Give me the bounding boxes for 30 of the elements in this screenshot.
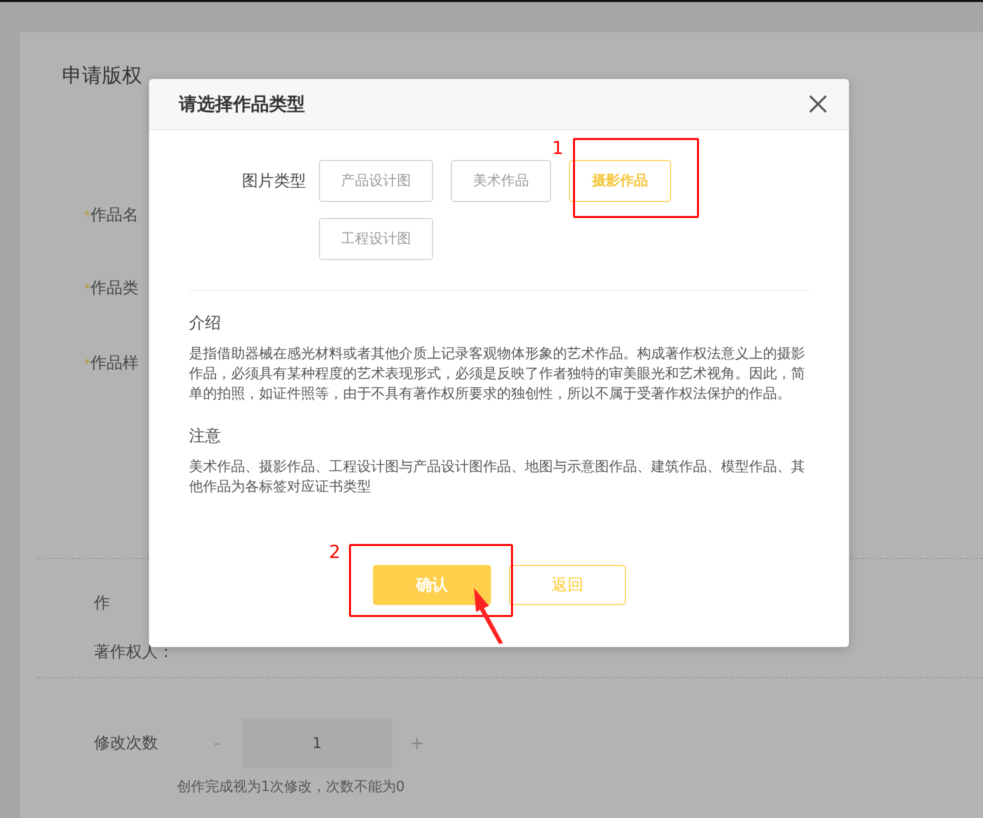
section-text: 是指借助器械在感光材料或者其他介质上记录客观物体形象的艺术作品。构成著作权法意义上的摄影作品，必须具有某种程度的艺术表现形式，必须是反映了作者独特的审美眼光和艺术视角。因此，简单的拍照，如证件照等，由于不具有著作权所要求的独创性，所以不属于受著作权法保护的作品。 <box>189 345 806 404</box>
page-title: 申请版权 <box>62 62 143 89</box>
section-heading: 介绍 <box>189 313 222 334</box>
increment-button[interactable]: + <box>392 732 442 754</box>
step-number: 1 <box>552 138 564 159</box>
type-label: 图片类型 <box>241 170 307 192</box>
author-label: 作 <box>94 593 110 614</box>
field-label: 作品样 <box>90 353 138 374</box>
close-icon[interactable] <box>809 95 827 113</box>
back-button[interactable]: 返回 <box>509 565 626 605</box>
type-option[interactable]: 工程设计图 <box>319 218 433 260</box>
required-mark: * <box>84 209 90 224</box>
confirm-button[interactable]: 确认 <box>373 565 491 605</box>
type-option[interactable]: 美术作品 <box>451 160 551 202</box>
field-label: 作品类 <box>90 278 138 299</box>
field-label: 作品名 <box>90 205 138 226</box>
required-mark: * <box>84 357 90 372</box>
owner-label: 著作权人： <box>94 642 174 663</box>
section-heading: 注意 <box>189 426 222 447</box>
arrow-icon <box>472 586 506 644</box>
decrement-button[interactable]: - <box>192 732 242 754</box>
section-text: 美术作品、摄影作品、工程设计图与产品设计图作品、地图与示意图作品、建筑作品、模型作品、其他作品为各标签对应证书类型 <box>189 458 806 497</box>
type-option[interactable]: 摄影作品 <box>569 160 671 202</box>
step-number: 2 <box>329 542 340 563</box>
required-mark: * <box>84 282 90 297</box>
revisions-input[interactable]: 1 <box>242 718 392 768</box>
revisions-hint: 创作完成视为1次修改，次数不能为0 <box>177 778 406 796</box>
revisions-label: 修改次数 <box>94 732 159 754</box>
dialog-title: 请选择作品类型 <box>179 93 305 116</box>
type-option[interactable]: 产品设计图 <box>319 160 433 202</box>
